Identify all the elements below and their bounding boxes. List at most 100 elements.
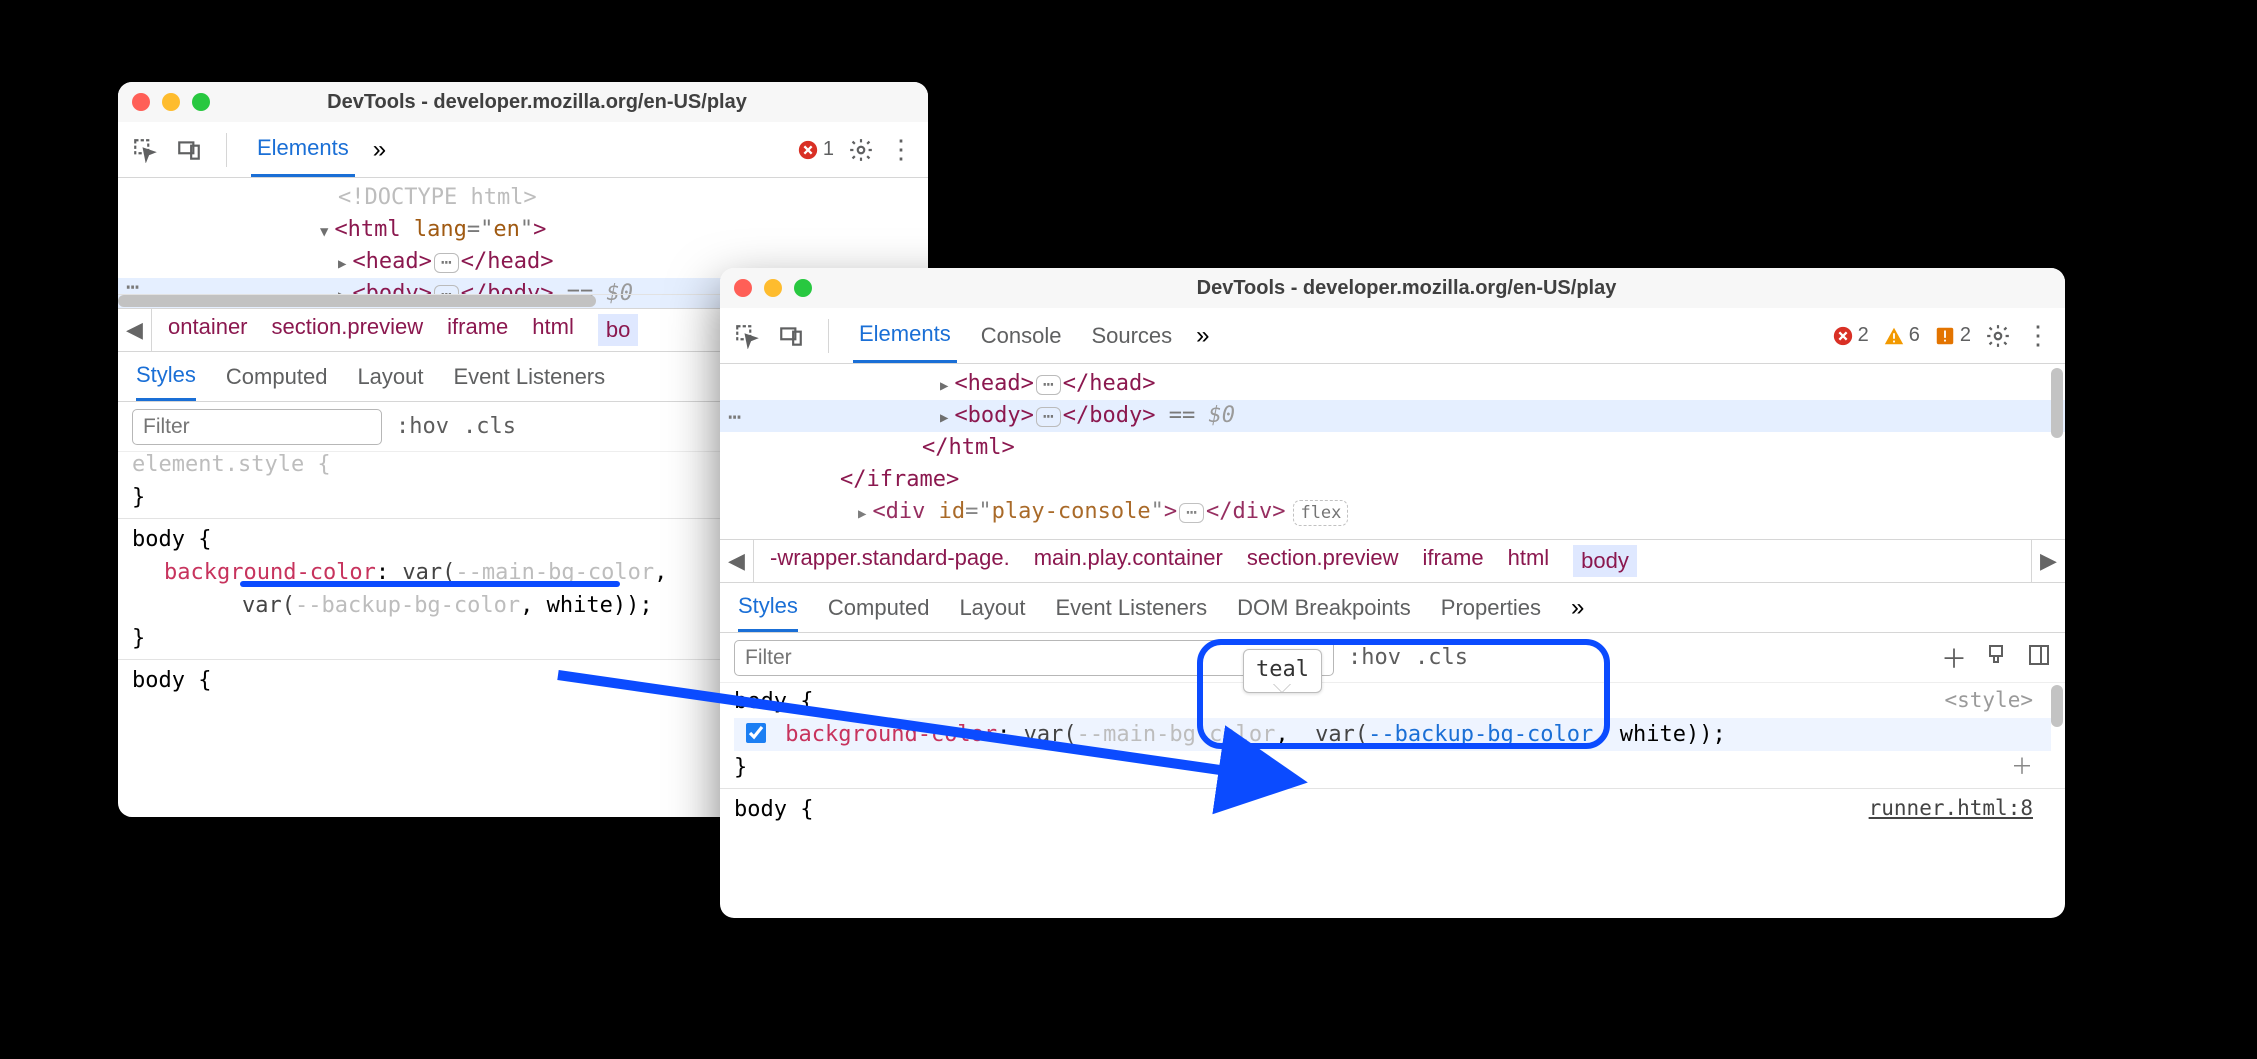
warning-count: 6 [1909, 324, 1920, 347]
css-var-unresolved: --main-bg-color [1077, 722, 1276, 747]
subtab-computed[interactable]: Computed [226, 352, 328, 401]
device-toolbar-icon[interactable] [176, 137, 202, 163]
breadcrumb: ◀ -wrapper.standard-page. main.play.cont… [720, 539, 2065, 583]
warning-badge[interactable]: 6 [1883, 324, 1920, 347]
dom-row[interactable]: </html> [720, 432, 2065, 464]
crumb-item[interactable]: html [532, 314, 574, 346]
subtab-styles[interactable]: Styles [738, 583, 798, 632]
css-close: )); [1686, 722, 1726, 747]
inspect-icon[interactable] [734, 323, 760, 349]
window-close-button[interactable] [734, 279, 752, 297]
style-source-label: <style> [1944, 685, 2033, 717]
crumb-item[interactable]: main.play.container [1034, 545, 1223, 577]
subtab-layout[interactable]: Layout [357, 352, 423, 401]
new-style-rule-button[interactable]: ＋ [1941, 639, 1967, 676]
crumb-item[interactable]: -wrapper.standard-page. [770, 545, 1010, 577]
add-declaration-button[interactable]: ＋ [2011, 751, 2033, 784]
tab-sources[interactable]: Sources [1085, 308, 1178, 363]
css-var-link[interactable]: --backup-bg-color [1368, 722, 1593, 747]
styles-filter-input[interactable] [132, 409, 382, 445]
cls-toggle[interactable]: .cls [463, 414, 516, 439]
more-tabs-button[interactable]: » [373, 136, 386, 164]
css-var-unresolved: --backup-bg-color [295, 593, 520, 618]
issues-count: 2 [1960, 324, 1971, 347]
settings-icon[interactable] [1985, 323, 2011, 349]
tree-overflow-indicator: ⋯ [728, 402, 741, 434]
cls-toggle[interactable]: .cls [1415, 645, 1468, 670]
style-declaration[interactable]: background-color: var(--main-bg-color, v… [734, 718, 2051, 751]
ellipsis-icon[interactable]: ⋯ [434, 253, 459, 273]
subtab-dom-breakpoints[interactable]: DOM Breakpoints [1237, 583, 1411, 632]
style-source-link[interactable]: runner.html:8 [1869, 793, 2033, 825]
ellipsis-icon[interactable]: ⋯ [1036, 407, 1061, 427]
subtab-layout[interactable]: Layout [959, 583, 1025, 632]
styles-scrollbar[interactable] [2051, 685, 2063, 727]
devtools-toolbar: Elements Console Sources » 2 6 2 ⋮ [720, 308, 2065, 364]
elements-scrollbar[interactable] [2051, 368, 2063, 438]
hover-toggle[interactable]: :hov [396, 414, 449, 439]
crumb-item[interactable]: html [1508, 545, 1550, 577]
style-selector[interactable]: body { [132, 668, 211, 693]
elements-tree[interactable]: <head>⋯</head> <body>⋯</body> == $0 </ht… [720, 364, 2065, 539]
style-selector[interactable]: body { [734, 689, 813, 714]
crumb-scroll-left[interactable]: ◀ [720, 540, 754, 582]
settings-icon[interactable] [848, 137, 874, 163]
css-fn: var( [242, 593, 295, 618]
hover-toggle[interactable]: :hov [1348, 645, 1401, 670]
subtab-styles[interactable]: Styles [136, 352, 196, 401]
subtab-event-listeners[interactable]: Event Listeners [454, 352, 606, 401]
dom-row[interactable]: </iframe> [720, 464, 2065, 496]
crumb-item[interactable]: iframe [447, 314, 508, 346]
style-selector[interactable]: body { [734, 797, 813, 822]
css-fn: var( [1315, 722, 1368, 747]
crumb-item-selected[interactable]: bo [598, 314, 638, 346]
subtab-computed[interactable]: Computed [828, 583, 930, 632]
device-toolbar-icon[interactable] [778, 323, 804, 349]
styles-pane[interactable]: body { <style> background-color: var(--m… [720, 683, 2065, 858]
tab-elements[interactable]: Elements [251, 122, 355, 177]
css-fallback-value: white [1620, 722, 1686, 747]
css-fallback-value: white [547, 593, 613, 618]
window-close-button[interactable] [132, 93, 150, 111]
flex-badge[interactable]: flex [1293, 500, 1348, 527]
toolbar-divider [226, 133, 227, 167]
tab-elements[interactable]: Elements [853, 308, 957, 363]
issues-badge[interactable]: 2 [1934, 324, 1971, 347]
crumb-scroll-right[interactable]: ▶ [2031, 540, 2065, 582]
error-badge[interactable]: 2 [1832, 324, 1869, 347]
style-selector[interactable]: body { [132, 527, 211, 552]
annotation-underline [240, 581, 620, 587]
ellipsis-icon[interactable]: ⋯ [1036, 375, 1061, 395]
ellipsis-icon[interactable]: ⋯ [1179, 503, 1204, 523]
dom-row[interactable]: <html lang="en"> [118, 214, 928, 246]
dom-row[interactable]: <head>⋯</head> [720, 368, 2065, 400]
titlebar: DevTools - developer.mozilla.org/en-US/p… [720, 268, 2065, 308]
styles-filter-row: :hov .cls ＋ [720, 633, 2065, 683]
crumb-item[interactable]: section.preview [272, 314, 424, 346]
crumb-item[interactable]: section.preview [1247, 545, 1399, 577]
crumb-scroll-left[interactable]: ◀ [118, 309, 152, 351]
tab-console[interactable]: Console [975, 308, 1068, 363]
subtab-properties[interactable]: Properties [1441, 583, 1541, 632]
styles-brush-icon[interactable] [1985, 643, 2009, 673]
crumb-item[interactable]: iframe [1422, 545, 1483, 577]
window-title: DevTools - developer.mozilla.org/en-US/p… [762, 277, 2051, 300]
more-subtabs-button[interactable]: » [1571, 594, 1584, 622]
computed-panel-toggle-icon[interactable] [2027, 643, 2051, 673]
subtab-event-listeners[interactable]: Event Listeners [1056, 583, 1208, 632]
dom-row[interactable]: <!DOCTYPE html> [118, 182, 928, 214]
devtools-toolbar: Elements » 1 ⋮ [118, 122, 928, 178]
crumb-item-selected[interactable]: body [1573, 545, 1637, 577]
crumb-item[interactable]: ontainer [168, 314, 248, 346]
css-fn: var( [1024, 722, 1077, 747]
css-var-tooltip: teal [1243, 649, 1322, 693]
kebab-menu-icon[interactable]: ⋮ [888, 134, 914, 165]
error-count: 2 [1858, 324, 1869, 347]
kebab-menu-icon[interactable]: ⋮ [2025, 320, 2051, 351]
error-badge[interactable]: 1 [797, 138, 834, 161]
inspect-icon[interactable] [132, 137, 158, 163]
css-prop-toggle[interactable] [746, 723, 766, 743]
dom-row[interactable]: <div id="play-console">⋯</div>flex [720, 496, 2065, 528]
more-tabs-button[interactable]: » [1196, 322, 1209, 350]
dom-row-selected[interactable]: <body>⋯</body> == $0 [720, 400, 2065, 432]
